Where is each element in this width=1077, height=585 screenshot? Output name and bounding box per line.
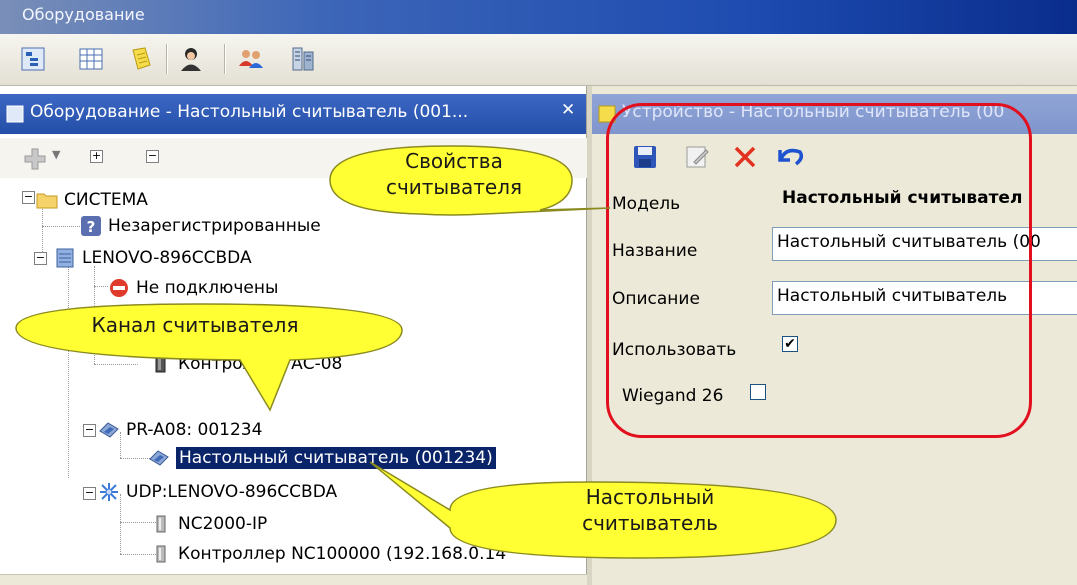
tree-toggle[interactable]: − — [83, 487, 96, 500]
tree-node-label: NC2000-IP — [178, 514, 268, 534]
tree-node-pr-a08[interactable]: PR-A08: 001234 — [98, 416, 262, 444]
close-icon[interactable]: ✕ — [561, 100, 575, 120]
horizontal-scrollbar[interactable] — [0, 574, 587, 585]
tree-node-label: PR-A08: 001234 — [126, 420, 263, 440]
add-icon[interactable] — [22, 146, 48, 172]
tree-toggle[interactable]: − — [22, 191, 35, 204]
tree-node-label: LENOVO-896CCBDA — [82, 248, 252, 268]
devices-icon[interactable] — [290, 46, 316, 72]
callout-text: Настольный считыватель — [582, 485, 718, 535]
tree-node-unregistered[interactable]: ? Незарегистрированные — [80, 212, 321, 240]
toolbar-separator — [166, 44, 167, 74]
equipment-panel-title: Оборудование - Настольный считыватель (0… — [30, 102, 469, 122]
tree-view-icon[interactable] — [20, 46, 46, 72]
app-window: Оборудование Оборудование - Настольный с… — [0, 0, 1077, 585]
tree-line — [94, 286, 108, 287]
user-icon[interactable] — [178, 46, 204, 72]
tree-node-not-connected[interactable]: Не подключены — [108, 274, 278, 302]
callout-reader-properties: Свойства считывателя — [310, 140, 611, 220]
highlight-frame — [606, 103, 1032, 438]
tree-node-system[interactable]: СИСТЕМА — [36, 186, 148, 214]
controller-icon — [156, 515, 166, 533]
toolbar-separator — [224, 44, 225, 74]
stop-icon — [110, 279, 128, 297]
tree-node-udp[interactable]: UDP:LENOVO-896CCBDA — [98, 478, 337, 506]
tree-line — [42, 226, 82, 227]
svg-text:?: ? — [87, 218, 96, 236]
main-toolbar — [0, 34, 1077, 86]
tree-node-label: СИСТЕМА — [64, 190, 148, 210]
chevron-down-icon[interactable]: ▼ — [52, 148, 60, 161]
collapse-all-button[interactable]: − — [146, 150, 159, 163]
folder-icon — [36, 193, 58, 209]
window-titlebar: Оборудование — [0, 0, 1077, 34]
controller-icon — [156, 545, 166, 563]
callout-reader-channel: Канал считывателя — [10, 300, 410, 412]
tree-node-label: Не подключены — [136, 278, 279, 298]
panel-icon — [6, 105, 24, 123]
callout-text: Свойства считывателя — [385, 149, 523, 199]
users-icon[interactable] — [238, 46, 264, 72]
network-icon — [100, 483, 118, 501]
reader-icon — [99, 422, 119, 438]
callout-desktop-reader: Настольный считыватель — [360, 440, 860, 560]
equipment-panel-header: Оборудование - Настольный считыватель (0… — [0, 94, 586, 134]
tree-toggle[interactable]: − — [34, 252, 47, 265]
tree-node-nc2000[interactable]: NC2000-IP — [150, 510, 267, 538]
tree-node-host[interactable]: LENOVO-896CCBDA — [54, 244, 252, 272]
notes-icon[interactable] — [128, 46, 154, 72]
question-icon: ? — [81, 216, 101, 236]
tree-node-label: Незарегистрированные — [108, 216, 321, 236]
reader-icon — [149, 450, 169, 466]
tree-node-label: UDP:LENOVO-896CCBDA — [126, 482, 338, 502]
expand-all-button[interactable]: + — [90, 150, 103, 163]
server-icon — [56, 248, 74, 268]
tree-toggle[interactable]: − — [83, 424, 96, 437]
window-title: Оборудование — [22, 5, 145, 24]
grid-view-icon[interactable] — [78, 46, 104, 72]
callout-text: Канал считывателя — [91, 313, 299, 337]
